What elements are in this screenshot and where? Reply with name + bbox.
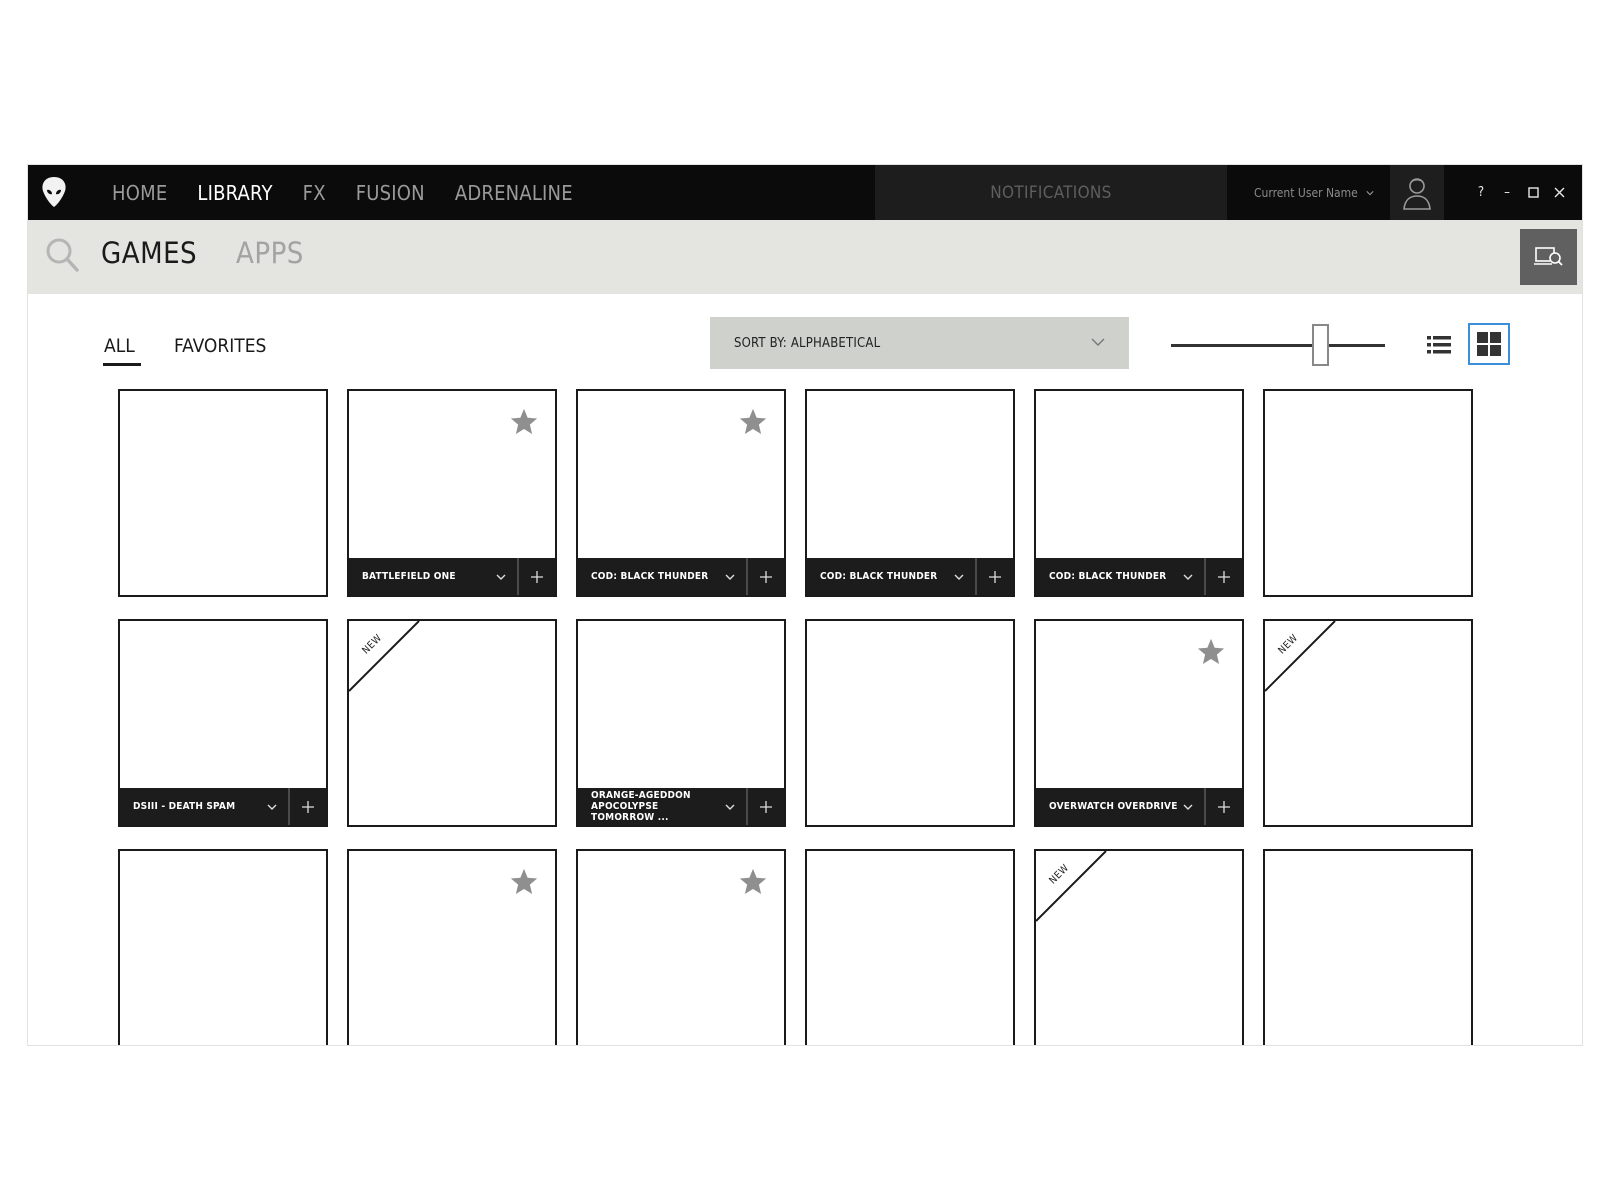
tile-title-bar: ORANGE-AGEDDON APOCOLYPSE TOMORROW ... <box>578 788 784 825</box>
filter-all[interactable]: ALL <box>104 335 135 357</box>
search-icon[interactable] <box>44 236 80 278</box>
tile-title-bar: COD: BLACK THUNDER <box>1036 558 1242 595</box>
nav-home[interactable]: HOME <box>112 181 167 205</box>
game-title: BATTLEFIELD ONE <box>362 571 456 582</box>
tile-title-bar: DSIII - DEATH SPAM <box>120 788 326 825</box>
chevron-down-icon <box>1091 338 1105 346</box>
filter-favorites[interactable]: FAVORITES <box>174 335 266 357</box>
nav-adrenaline[interactable]: ADRENALINE <box>455 181 573 205</box>
main-nav: HOME LIBRARY FX FUSION ADRENALINE <box>112 165 603 220</box>
tile-title-bar: COD: BLACK THUNDER <box>578 558 784 595</box>
game-tile[interactable]: OVERWATCH OVERDRIVE <box>1034 619 1244 827</box>
user-name: Current User Name <box>1254 185 1358 200</box>
list-view-button[interactable] <box>1425 331 1453 359</box>
tile-title-bar: BATTLEFIELD ONE <box>349 558 555 595</box>
game-tile[interactable]: NEW <box>1263 619 1473 827</box>
game-tile[interactable]: COD: BLACK THUNDER <box>1034 389 1244 597</box>
game-tile[interactable] <box>1263 389 1473 597</box>
list-view-icon <box>1427 336 1451 354</box>
tile-size-slider[interactable] <box>1171 344 1385 347</box>
nav-library[interactable]: LIBRARY <box>197 181 272 205</box>
nav-fusion[interactable]: FUSION <box>356 181 425 205</box>
new-ribbon <box>1265 621 1336 692</box>
game-tile[interactable]: DSIII - DEATH SPAM <box>118 619 328 827</box>
close-button[interactable] <box>1546 180 1572 206</box>
tile-menu-chevron-icon[interactable] <box>1178 788 1198 825</box>
tile-menu-chevron-icon[interactable] <box>720 788 740 825</box>
sort-dropdown[interactable]: SORT BY: ALPHABETICAL <box>710 317 1129 369</box>
help-button[interactable]: ? <box>1468 180 1494 206</box>
close-icon <box>1554 187 1564 198</box>
game-tile[interactable] <box>347 849 557 1045</box>
game-tile[interactable]: NEW <box>347 619 557 827</box>
filter-all-underline <box>103 363 141 366</box>
game-title: ORANGE-AGEDDON APOCOLYPSE TOMORROW ... <box>578 790 720 823</box>
game-tile[interactable] <box>1263 849 1473 1045</box>
add-icon[interactable] <box>519 558 555 595</box>
game-tile[interactable]: NEW <box>1034 849 1244 1045</box>
chevron-down-icon <box>1366 190 1374 195</box>
game-tile[interactable] <box>805 849 1015 1045</box>
tile-title-bar: COD: BLACK THUNDER <box>807 558 1013 595</box>
tile-title-bar: OVERWATCH OVERDRIVE <box>1036 788 1242 825</box>
game-tile[interactable]: ORANGE-AGEDDON APOCOLYPSE TOMORROW ... <box>576 619 786 827</box>
add-icon[interactable] <box>977 558 1013 595</box>
add-icon[interactable] <box>1206 558 1242 595</box>
favorite-star-icon[interactable] <box>509 407 539 437</box>
add-icon[interactable] <box>290 788 326 825</box>
top-bar: HOME LIBRARY FX FUSION ADRENALINE NOTIFI… <box>28 165 1582 220</box>
maximize-icon <box>1527 187 1539 198</box>
user-menu[interactable]: Current User Name <box>1254 165 1374 220</box>
nav-fx[interactable]: FX <box>303 181 326 205</box>
game-title: COD: BLACK THUNDER <box>820 571 938 582</box>
new-ribbon <box>349 621 420 692</box>
game-title: DSIII - DEATH SPAM <box>133 801 236 812</box>
favorite-star-icon[interactable] <box>738 407 768 437</box>
add-icon[interactable] <box>1206 788 1242 825</box>
scan-games-button[interactable] <box>1520 229 1577 285</box>
tile-menu-chevron-icon[interactable] <box>491 558 511 595</box>
notifications-label: NOTIFICATIONS <box>990 182 1112 203</box>
alien-logo-icon[interactable] <box>38 175 70 209</box>
add-icon[interactable] <box>748 558 784 595</box>
favorite-star-icon[interactable] <box>1196 637 1226 667</box>
window-controls: ? – <box>1468 165 1572 220</box>
library-subbar: GAMES APPS <box>28 220 1582 294</box>
user-avatar-icon <box>1403 177 1431 210</box>
game-title: COD: BLACK THUNDER <box>591 571 709 582</box>
favorite-star-icon[interactable] <box>738 867 768 897</box>
game-tile[interactable]: BATTLEFIELD ONE <box>347 389 557 597</box>
minimize-button[interactable]: – <box>1494 180 1520 206</box>
new-ribbon <box>1036 851 1107 922</box>
tab-games[interactable]: GAMES <box>101 236 197 270</box>
game-tile[interactable] <box>118 389 328 597</box>
tile-menu-chevron-icon[interactable] <box>1178 558 1198 595</box>
app-window: HOME LIBRARY FX FUSION ADRENALINE NOTIFI… <box>27 164 1583 1046</box>
scan-monitor-icon <box>1533 247 1563 266</box>
game-title-line: ORANGE-AGEDDON <box>591 790 691 801</box>
grid-view-button[interactable] <box>1468 323 1510 365</box>
tab-apps[interactable]: APPS <box>236 236 304 270</box>
game-tile[interactable] <box>576 849 786 1045</box>
notifications-button[interactable]: NOTIFICATIONS <box>875 165 1227 220</box>
tile-size-slider-thumb[interactable] <box>1312 324 1330 366</box>
favorite-star-icon[interactable] <box>509 867 539 897</box>
game-tile[interactable] <box>118 849 328 1045</box>
maximize-button[interactable] <box>1520 180 1546 206</box>
game-title: COD: BLACK THUNDER <box>1049 571 1167 582</box>
avatar[interactable] <box>1390 165 1444 220</box>
add-icon[interactable] <box>748 788 784 825</box>
game-title-line: APOCOLYPSE TOMORROW ... <box>591 801 669 823</box>
game-tile[interactable]: COD: BLACK THUNDER <box>576 389 786 597</box>
grid-view-icon <box>1477 332 1501 356</box>
game-title: OVERWATCH OVERDRIVE <box>1049 801 1178 812</box>
tile-menu-chevron-icon[interactable] <box>262 788 282 825</box>
tile-menu-chevron-icon[interactable] <box>720 558 740 595</box>
tile-menu-chevron-icon[interactable] <box>949 558 969 595</box>
game-tile[interactable]: COD: BLACK THUNDER <box>805 389 1015 597</box>
sort-label: SORT BY: ALPHABETICAL <box>734 335 881 351</box>
game-tile[interactable] <box>805 619 1015 827</box>
